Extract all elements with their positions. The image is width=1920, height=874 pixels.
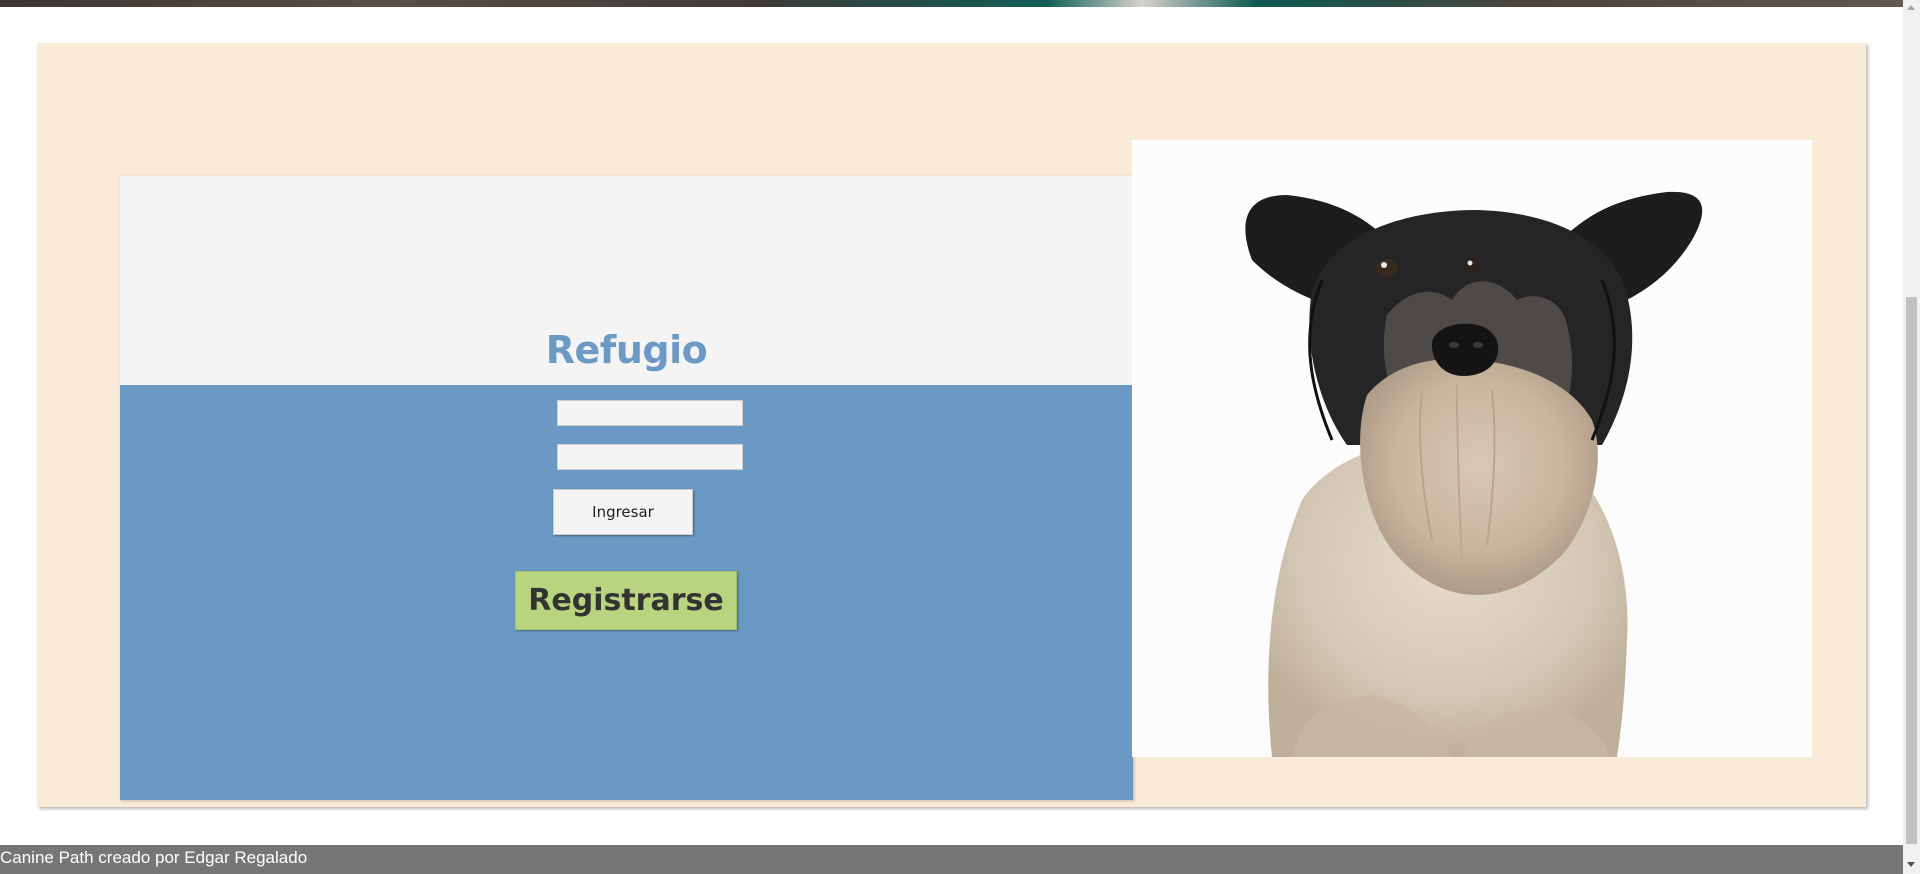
username-input[interactable] [557, 400, 743, 426]
login-card: Refugio Usuario Contraseña Ingresar Regi… [120, 176, 1133, 800]
vertical-scrollbar[interactable] [1903, 0, 1920, 874]
dog-photo [1132, 140, 1812, 757]
scroll-up-icon[interactable] [1907, 5, 1915, 10]
register-button[interactable]: Registrarse [515, 571, 737, 630]
login-button[interactable]: Ingresar [553, 489, 693, 535]
login-form: Usuario Contraseña Ingresar Registrarse [120, 385, 1133, 800]
top-banner-image [0, 0, 1903, 7]
scroll-thumb[interactable] [1906, 297, 1917, 844]
footer-text: Canine Path creado por Edgar Regalado [0, 848, 308, 867]
main-panel: Refugio Usuario Contraseña Ingresar Regi… [37, 43, 1866, 807]
page-title: Refugio [545, 328, 708, 372]
dog-portrait-image [1132, 140, 1812, 757]
scroll-down-icon[interactable] [1907, 862, 1915, 867]
footer: Canine Path creado por Edgar Regalado [0, 845, 1903, 874]
login-header: Refugio [120, 176, 1133, 385]
password-input[interactable] [557, 444, 743, 470]
